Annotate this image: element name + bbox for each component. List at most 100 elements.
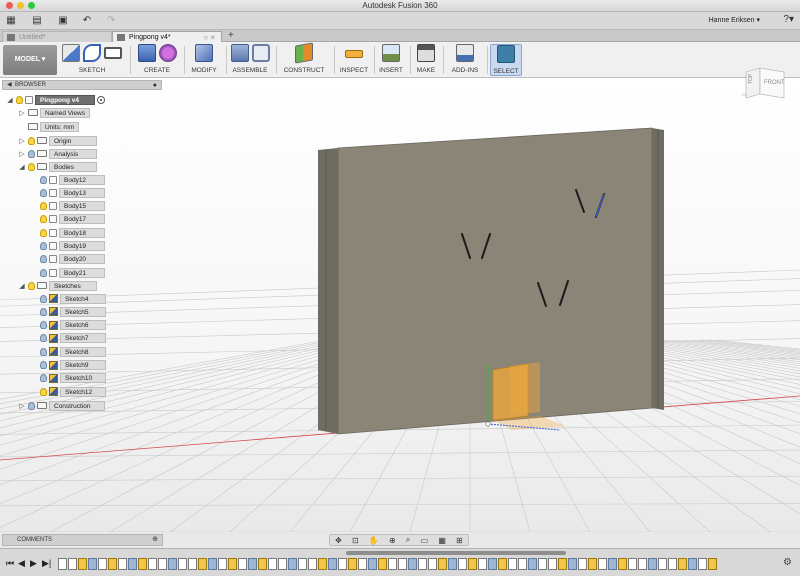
joint-icon[interactable] xyxy=(251,44,270,62)
timeline-feature-icon[interactable] xyxy=(418,558,427,570)
add-ins-group[interactable]: ADD-INS xyxy=(446,44,484,76)
timeline-feature-icon[interactable] xyxy=(648,558,657,570)
tree-item-origin[interactable]: ▷ Origin xyxy=(18,135,97,146)
visibility-bulb-icon[interactable] xyxy=(40,255,47,264)
tree-item-body[interactable]: Body15 xyxy=(40,201,105,212)
tree-item-bodies[interactable]: ◢ Bodies xyxy=(18,161,97,172)
timeline-scrollbar[interactable] xyxy=(346,551,566,555)
select-group[interactable]: SELECT xyxy=(490,44,522,76)
timeline-feature-icon[interactable] xyxy=(198,558,207,570)
create-menu-label[interactable]: CREATE xyxy=(134,67,180,74)
tree-item-body[interactable]: Body18 xyxy=(40,227,105,238)
zoom-icon[interactable]: ⊕ xyxy=(389,536,396,545)
save-icon[interactable]: ▣ xyxy=(56,14,70,28)
timeline-feature-icon[interactable] xyxy=(678,558,687,570)
timeline-feature-icon[interactable] xyxy=(88,558,97,570)
timeline-feature-icon[interactable] xyxy=(608,558,617,570)
timeline-feature-icon[interactable] xyxy=(548,558,557,570)
create-group[interactable]: CREATE xyxy=(134,44,180,76)
visibility-bulb-icon[interactable] xyxy=(16,95,23,104)
close-window-icon[interactable] xyxy=(6,2,13,9)
tree-item-units[interactable]: Units: mm xyxy=(28,121,80,132)
browser-pin-icon[interactable]: ● xyxy=(153,81,157,90)
help-icon[interactable]: ?▾ xyxy=(783,14,794,25)
timeline-feature-icon[interactable] xyxy=(688,558,697,570)
tree-item-label[interactable]: Body20 xyxy=(59,254,105,265)
tree-root[interactable]: ◢ Pingpong v4 xyxy=(6,94,105,105)
3d-print-icon[interactable] xyxy=(417,44,435,62)
tree-item-sketch[interactable]: Sketch10 xyxy=(40,373,106,384)
tree-item-label[interactable]: Body19 xyxy=(59,241,105,251)
timeline-first-icon[interactable]: ⏮ xyxy=(6,558,14,569)
timeline-feature-icon[interactable] xyxy=(578,558,587,570)
minimize-window-icon[interactable] xyxy=(17,2,24,9)
timeline-feature-icon[interactable] xyxy=(568,558,577,570)
visibility-bulb-icon[interactable] xyxy=(40,334,47,343)
timeline-feature-icon[interactable] xyxy=(178,558,187,570)
timeline-feature-icon[interactable] xyxy=(598,558,607,570)
home-view-icon[interactable]: ⌂ xyxy=(742,92,746,98)
timeline-feature-icon[interactable] xyxy=(488,558,497,570)
timeline-feature-icon[interactable] xyxy=(218,558,227,570)
timeline-feature-icon[interactable] xyxy=(628,558,637,570)
origin-point[interactable] xyxy=(485,421,491,427)
insert-group[interactable]: INSERT xyxy=(376,44,406,76)
sketch-rectangle-icon[interactable] xyxy=(104,47,122,59)
timeline-feature-icon[interactable] xyxy=(98,558,107,570)
tree-item-label[interactable]: Body13 xyxy=(59,187,105,198)
timeline-feature-icon[interactable] xyxy=(388,558,397,570)
expand-arrow-icon[interactable]: ▷ xyxy=(18,150,26,158)
visibility-bulb-icon[interactable] xyxy=(28,162,35,171)
browser-header[interactable]: ◀ BROWSER ● xyxy=(2,80,162,90)
tree-item-label[interactable]: Body21 xyxy=(59,267,105,278)
add-comment-icon[interactable]: ⊕ xyxy=(152,535,158,545)
visibility-bulb-icon[interactable] xyxy=(40,215,47,224)
assemble-group[interactable]: ASSEMBLE xyxy=(228,44,272,76)
tree-item-label[interactable]: Sketch10 xyxy=(60,373,106,384)
pan-icon[interactable]: ✋ xyxy=(369,536,379,545)
scripts-addins-icon[interactable] xyxy=(456,44,474,62)
tree-item-body[interactable]: Body12 xyxy=(40,174,105,185)
timeline-feature-icon[interactable] xyxy=(428,558,437,570)
timeline-feature-icon[interactable] xyxy=(278,558,287,570)
timeline-feature-icon[interactable] xyxy=(368,558,377,570)
modify-group[interactable]: MODIFY xyxy=(186,44,222,76)
tree-item-label[interactable]: Body15 xyxy=(59,201,105,212)
timeline-feature-icon[interactable] xyxy=(558,558,567,570)
timeline-feature-icon[interactable] xyxy=(58,558,67,570)
timeline-feature-icon[interactable] xyxy=(638,558,647,570)
timeline-feature-icon[interactable] xyxy=(328,558,337,570)
tree-item-construction[interactable]: ▷ Construction xyxy=(18,400,105,411)
window-controls[interactable] xyxy=(6,2,35,9)
timeline-feature-icon[interactable] xyxy=(528,558,537,570)
timeline-feature-icon[interactable] xyxy=(228,558,237,570)
timeline-play-icon[interactable]: ▶ xyxy=(30,558,37,569)
assemble-menu-label[interactable]: ASSEMBLE xyxy=(228,67,272,74)
visibility-bulb-icon[interactable] xyxy=(28,136,35,145)
timeline-feature-icon[interactable] xyxy=(658,558,667,570)
visibility-bulb-icon[interactable] xyxy=(28,281,35,290)
tree-item-sketch[interactable]: Sketch12 xyxy=(40,386,106,397)
sketch-menu-label[interactable]: SKETCH xyxy=(62,67,122,74)
timeline-feature-icon[interactable] xyxy=(78,558,87,570)
timeline-feature-icon[interactable] xyxy=(668,558,677,570)
timeline-feature-icon[interactable] xyxy=(148,558,157,570)
data-panel-grid-icon[interactable]: ▦ xyxy=(4,14,18,28)
timeline-feature-icon[interactable] xyxy=(168,558,177,570)
tree-item-label[interactable]: Sketch8 xyxy=(60,346,106,357)
tree-item-body[interactable]: Body20 xyxy=(40,254,105,265)
tree-item-body[interactable]: Body19 xyxy=(40,241,105,252)
fit-icon[interactable]: ⌕ xyxy=(406,535,410,545)
timeline-feature-icon[interactable] xyxy=(318,558,327,570)
create-form-icon[interactable] xyxy=(158,44,177,62)
collapse-arrow-icon[interactable]: ◢ xyxy=(18,282,26,290)
modify-menu-label[interactable]: MODIFY xyxy=(186,67,222,74)
timeline-feature-icon[interactable] xyxy=(408,558,417,570)
construct-group[interactable]: CONSTRUCT xyxy=(278,42,330,76)
timeline-feature-icon[interactable] xyxy=(348,558,357,570)
press-pull-icon[interactable] xyxy=(195,44,213,62)
timeline-feature-icon[interactable] xyxy=(258,558,267,570)
look-at-icon[interactable]: ⊡ xyxy=(352,536,359,545)
timeline-next-icon[interactable]: ▶| xyxy=(42,558,51,569)
timeline-feature-icon[interactable] xyxy=(108,558,117,570)
